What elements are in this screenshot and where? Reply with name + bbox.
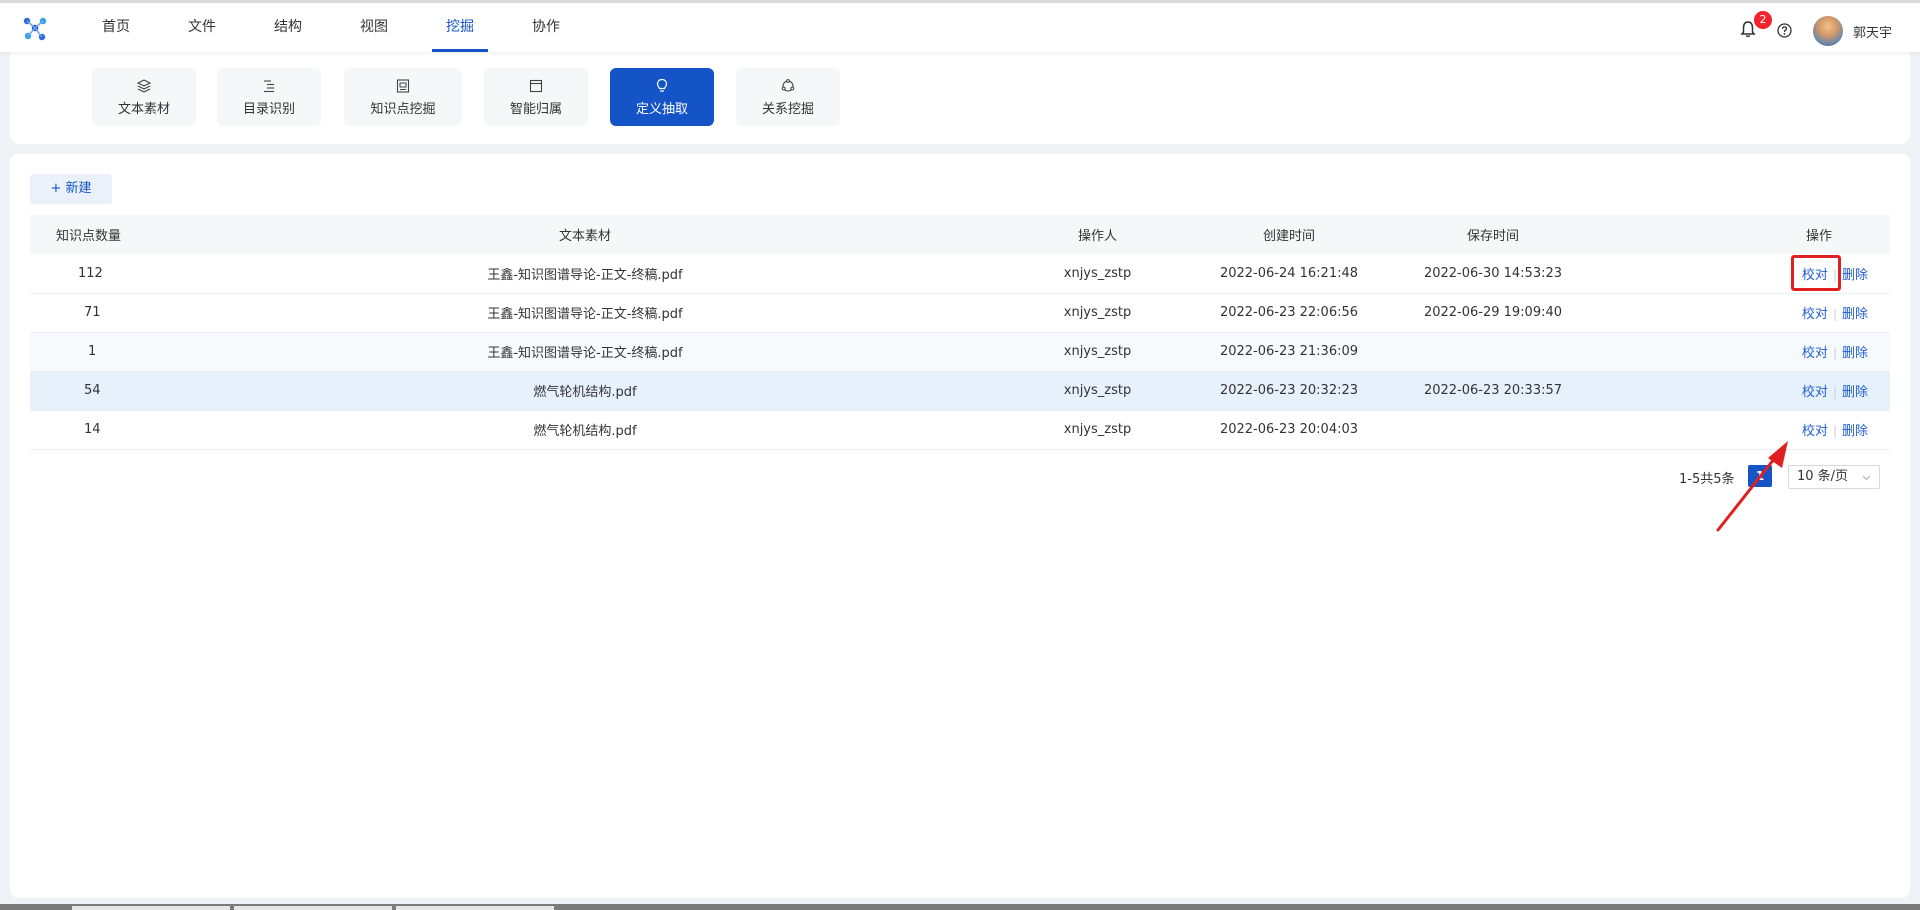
cell-count: 14 [84, 422, 101, 437]
delete-link[interactable]: 删除 [1842, 424, 1868, 439]
annotation-arrow-icon [1716, 441, 1788, 532]
cell-saved: 2022-06-23 20:33:57 [1423, 383, 1563, 398]
nav-item-view[interactable]: 视图 [346, 3, 402, 52]
cell-operator: xnjys_zstp [1063, 265, 1132, 281]
top-navbar: 首页 文件 结构 视图 挖掘 协作 2 郭天宇 [0, 0, 1920, 52]
table-row[interactable]: 71 王鑫-知识图谱导论-正文-终稿.pdf xnjys_zstp 2022-0… [30, 293, 1890, 332]
chevron-down-icon [1862, 475, 1871, 481]
tool-label: 知识点挖掘 [370, 102, 436, 117]
taskbar-tab[interactable] [234, 906, 392, 910]
page-size-select[interactable]: 10 条/页 [1788, 465, 1880, 489]
nav-item-collaboration[interactable]: 协作 [518, 3, 574, 52]
tool-card-smart-attribution[interactable]: 智能归属 [484, 68, 588, 126]
cell-operator: xnjys_zstp [1063, 422, 1132, 437]
cell-count: 1 [88, 344, 97, 359]
list-indent-icon [264, 80, 274, 93]
cell-created: 2022-06-23 22:06:56 [1219, 305, 1359, 320]
tool-card-text-material[interactable]: 文本素材 [92, 68, 196, 126]
action-divider: | [1832, 385, 1837, 399]
cell-count: 54 [84, 383, 101, 398]
cell-material: 燃气轮机结构.pdf [533, 424, 637, 439]
taskbar-tab[interactable] [396, 906, 554, 910]
cycle-nodes-icon [781, 79, 795, 92]
delete-link[interactable]: 删除 [1842, 307, 1868, 322]
page-size-value: 10 条/页 [1797, 469, 1849, 484]
cell-created: 2022-06-24 16:21:48 [1219, 265, 1359, 281]
cell-material: 燃气轮机结构.pdf [533, 385, 637, 400]
delete-link[interactable]: 删除 [1842, 268, 1868, 283]
table-row[interactable]: 112 王鑫-知识图谱导论-正文-终稿.pdf xnjys_zstp 2022-… [30, 254, 1890, 293]
document-frame-icon [396, 79, 410, 93]
tool-label: 文本素材 [117, 102, 170, 117]
tool-card-definition-extraction[interactable]: 定义抽取 [610, 68, 714, 126]
layers-icon [136, 79, 152, 93]
delete-link[interactable]: 删除 [1842, 346, 1868, 361]
cell-saved [1403, 410, 1583, 449]
nav-item-structure[interactable]: 结构 [260, 3, 316, 52]
user-avatar[interactable] [1813, 16, 1843, 46]
cell-saved: 2022-06-30 14:53:23 [1423, 265, 1563, 281]
action-divider: | [1832, 424, 1837, 438]
cell-actions: 校对 | 删除 [1583, 371, 1890, 410]
bottom-taskbar-strip [0, 904, 1920, 910]
annotation-highlight-box [1790, 254, 1841, 291]
action-divider: | [1832, 307, 1837, 321]
cell-material: 王鑫-知识图谱导论-正文-终稿.pdf [487, 267, 683, 283]
cell-actions: 校对 | 删除 [1583, 293, 1890, 332]
cell-created: 2022-06-23 20:32:23 [1219, 383, 1359, 398]
proofread-highlight: 校对 [1790, 254, 1841, 291]
cell-material: 王鑫-知识图谱导论-正文-终稿.pdf [487, 346, 683, 361]
column-header-created: 创建时间 [1262, 229, 1315, 244]
proofread-link[interactable]: 校对 [1802, 346, 1828, 361]
tool-label: 智能归属 [509, 102, 562, 117]
nav-item-files[interactable]: 文件 [174, 3, 230, 52]
column-header-count: 知识点数量 [56, 229, 122, 244]
proofread-link[interactable]: 校对 [1802, 424, 1828, 439]
tool-card-relation-mining[interactable]: 关系挖掘 [736, 68, 840, 126]
tool-label: 定义抽取 [635, 102, 688, 117]
tool-label: 关系挖掘 [761, 102, 814, 117]
column-header-saved: 保存时间 [1466, 229, 1519, 244]
content-panel: + 新建 知识点数量 文本素材 操作人 创建时间 保存时间 操作 112 王鑫-… [10, 154, 1910, 898]
column-header-material: 文本素材 [558, 229, 611, 244]
tool-panel: 文本素材 目录识别 知识点挖掘 智能归属 定义抽取 关系挖掘 [10, 52, 1910, 144]
cell-created: 2022-06-23 20:04:03 [1219, 422, 1359, 437]
proofread-link[interactable]: 校对 [1802, 385, 1828, 400]
cell-count: 71 [84, 305, 101, 320]
table-header-row: 知识点数量 文本素材 操作人 创建时间 保存时间 操作 [30, 215, 1890, 254]
tool-label: 目录识别 [242, 102, 295, 117]
table-row[interactable]: 54 燃气轮机结构.pdf xnjys_zstp 2022-06-23 20:3… [30, 371, 1890, 410]
cell-material: 王鑫-知识图谱导论-正文-终稿.pdf [487, 307, 683, 322]
cell-operator: xnjys_zstp [1063, 344, 1132, 359]
cell-saved [1403, 332, 1583, 371]
nav-item-mining[interactable]: 挖掘 [432, 3, 488, 52]
definition-table: 知识点数量 文本素材 操作人 创建时间 保存时间 操作 112 王鑫-知识图谱导… [30, 215, 1890, 450]
cell-actions: 校对 | 删除 [1583, 254, 1890, 293]
cell-created: 2022-06-23 21:36:09 [1219, 344, 1359, 359]
app-logo-icon[interactable] [22, 16, 48, 42]
table-row[interactable]: 1 王鑫-知识图谱导论-正文-终稿.pdf xnjys_zstp 2022-06… [30, 332, 1890, 371]
proofread-link[interactable]: 校对 [1802, 307, 1828, 322]
taskbar-tab[interactable] [72, 906, 230, 910]
cell-operator: xnjys_zstp [1063, 383, 1132, 398]
window-icon [529, 79, 543, 93]
cell-actions: 校对 | 删除 [1583, 332, 1890, 371]
action-divider: | [1832, 346, 1837, 360]
column-header-actions: 操作 [1805, 229, 1832, 244]
help-icon[interactable] [1777, 23, 1792, 38]
tool-card-toc-recognition[interactable]: 目录识别 [217, 68, 321, 126]
new-button[interactable]: + 新建 [30, 174, 112, 204]
delete-link[interactable]: 删除 [1842, 385, 1868, 400]
user-name[interactable]: 郭天宇 [1853, 22, 1892, 41]
table-row[interactable]: 14 燃气轮机结构.pdf xnjys_zstp 2022-06-23 20:0… [30, 410, 1890, 449]
cell-count: 112 [78, 265, 103, 281]
notification-badge: 2 [1754, 11, 1772, 29]
cell-saved: 2022-06-29 19:09:40 [1423, 305, 1563, 320]
tool-card-knowledge-mining[interactable]: 知识点挖掘 [344, 68, 462, 126]
column-header-operator: 操作人 [1077, 229, 1117, 244]
cell-operator: xnjys_zstp [1063, 305, 1132, 320]
nav-item-home[interactable]: 首页 [88, 3, 144, 52]
lightbulb-icon [656, 78, 668, 92]
